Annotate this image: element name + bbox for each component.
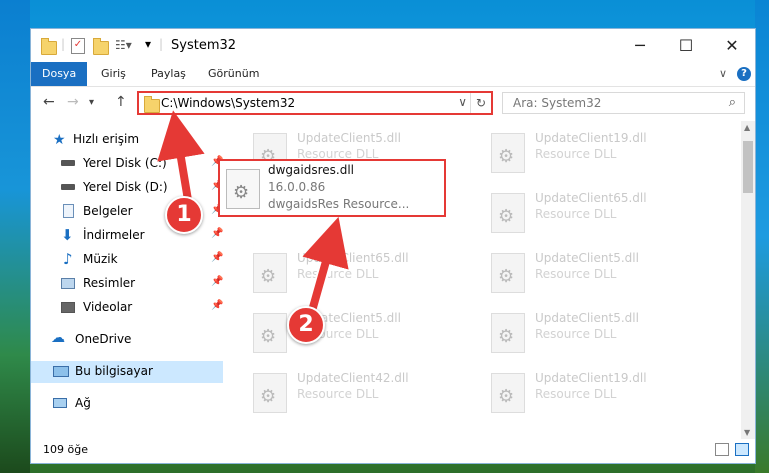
callout-one: 1 (165, 196, 203, 234)
annotation-arrows (157, 110, 349, 324)
callout-two: 2 (287, 306, 325, 344)
